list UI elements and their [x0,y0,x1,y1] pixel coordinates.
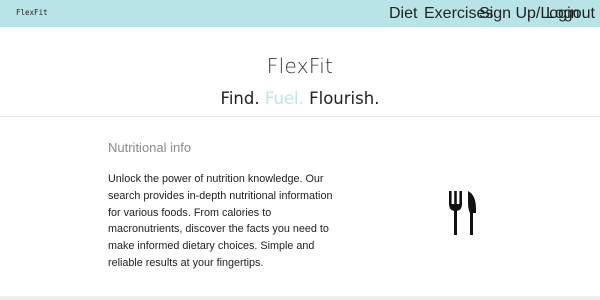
hero-title: FlexFit [266,54,334,78]
nav-link-diet[interactable]: Diet [389,5,417,23]
section-description: Unlock the power of nutrition knowledge.… [108,173,333,269]
brand-link[interactable]: FlexFit [16,8,48,17]
footer-divider [0,296,600,300]
fork-knife-icon [446,189,480,237]
nav-link-logout[interactable]: Logout [546,5,595,23]
tagline-fuel: Fuel. [264,89,304,108]
tagline-flourish: Flourish. [309,89,380,108]
tagline-find: Find. [220,89,260,108]
section-title: Nutritional info [108,140,192,155]
tagline: Find. Fuel. Flourish. [0,89,600,108]
top-navbar: FlexFit Diet Exercises Sign Up/Login Log… [0,0,600,27]
hero-section: FlexFit Find. Fuel. Flourish. [0,27,600,117]
